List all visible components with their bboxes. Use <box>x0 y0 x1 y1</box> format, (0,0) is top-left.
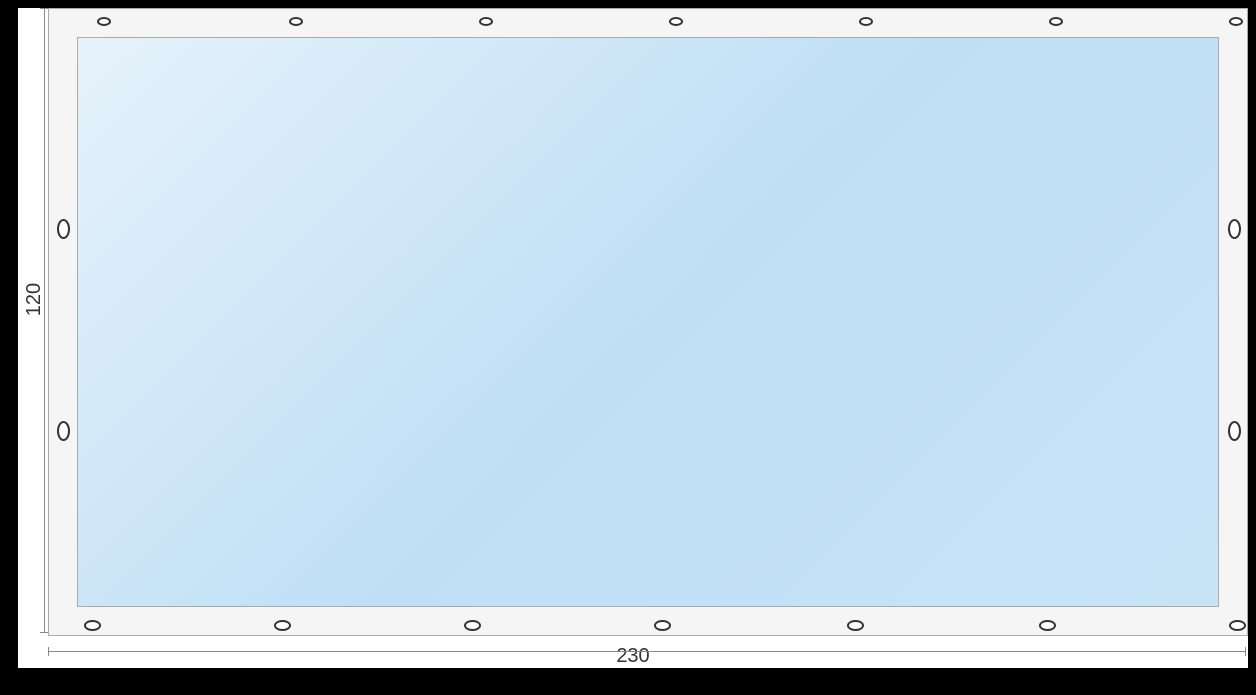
eyelet-icon <box>847 620 864 631</box>
eyelet-icon <box>289 17 303 26</box>
eyelet-icon <box>859 17 873 26</box>
eyelet-icon <box>57 219 70 239</box>
eyelet-icon <box>97 17 111 26</box>
eyelet-icon <box>464 620 481 631</box>
tarp-surface <box>77 37 1219 607</box>
eyelet-icon <box>1228 219 1241 239</box>
width-dimension-line <box>48 651 1246 652</box>
height-dimension-label: 120 <box>23 283 46 316</box>
height-dimension-line <box>44 8 45 633</box>
eyelet-icon <box>479 17 493 26</box>
eyelet-icon <box>84 620 101 631</box>
eyelet-icon <box>1229 620 1246 631</box>
eyelet-icon <box>1228 421 1241 441</box>
eyelet-icon <box>1039 620 1056 631</box>
diagram-container: 120 230 <box>18 8 1248 668</box>
eyelet-icon <box>669 17 683 26</box>
eyelet-icon <box>654 620 671 631</box>
width-dimension-label: 230 <box>616 645 649 668</box>
eyelet-icon <box>274 620 291 631</box>
eyelet-icon <box>57 421 70 441</box>
tarp-frame <box>48 8 1248 636</box>
eyelet-icon <box>1049 17 1063 26</box>
eyelet-icon <box>1229 17 1243 26</box>
